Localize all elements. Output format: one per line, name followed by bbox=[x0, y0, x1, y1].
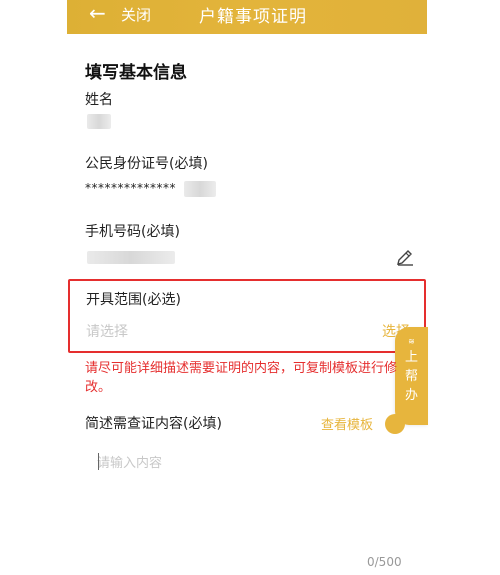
description-label: 简述需查证内容(必填) bbox=[85, 416, 222, 432]
close-button[interactable]: 关闭 bbox=[121, 4, 151, 25]
phone-label: 手机号码(必填) bbox=[85, 224, 180, 240]
description-input[interactable] bbox=[85, 446, 405, 546]
pencil-icon[interactable] bbox=[395, 246, 415, 266]
phone-value-blurred bbox=[87, 251, 175, 264]
scope-selector[interactable]: 开具范围(必选) 请选择 选择 bbox=[68, 279, 426, 353]
scope-label: 开具范围(必选) bbox=[86, 292, 181, 308]
id-card-value: ************** bbox=[85, 181, 176, 195]
page: ← 关闭 户籍事项证明 填写基本信息 姓名 公民身份证号(必填) *******… bbox=[0, 0, 500, 575]
name-value-blurred bbox=[87, 114, 111, 129]
arrow-left-icon[interactable]: ← bbox=[89, 3, 106, 23]
help-float-small-mark: ≋ bbox=[408, 337, 415, 346]
text-cursor bbox=[98, 453, 99, 470]
char-count: 0/500 bbox=[367, 555, 402, 569]
notice-text: 请尽可能详细描述需要证明的内容，可复制模板进行修改。 bbox=[85, 361, 398, 395]
scope-placeholder[interactable]: 请选择 bbox=[86, 321, 128, 341]
id-card-label: 公民身份证号(必填) bbox=[85, 156, 208, 172]
header-bar: ← 关闭 户籍事项证明 bbox=[67, 0, 427, 34]
name-label: 姓名 bbox=[85, 92, 113, 108]
section-title: 填写基本信息 bbox=[85, 63, 187, 83]
page-title: 户籍事项证明 bbox=[199, 7, 307, 27]
view-template-link[interactable]: 查看模板 bbox=[321, 414, 373, 433]
id-card-value-blurred-tail bbox=[184, 181, 216, 197]
template-badge-icon[interactable] bbox=[385, 414, 405, 434]
